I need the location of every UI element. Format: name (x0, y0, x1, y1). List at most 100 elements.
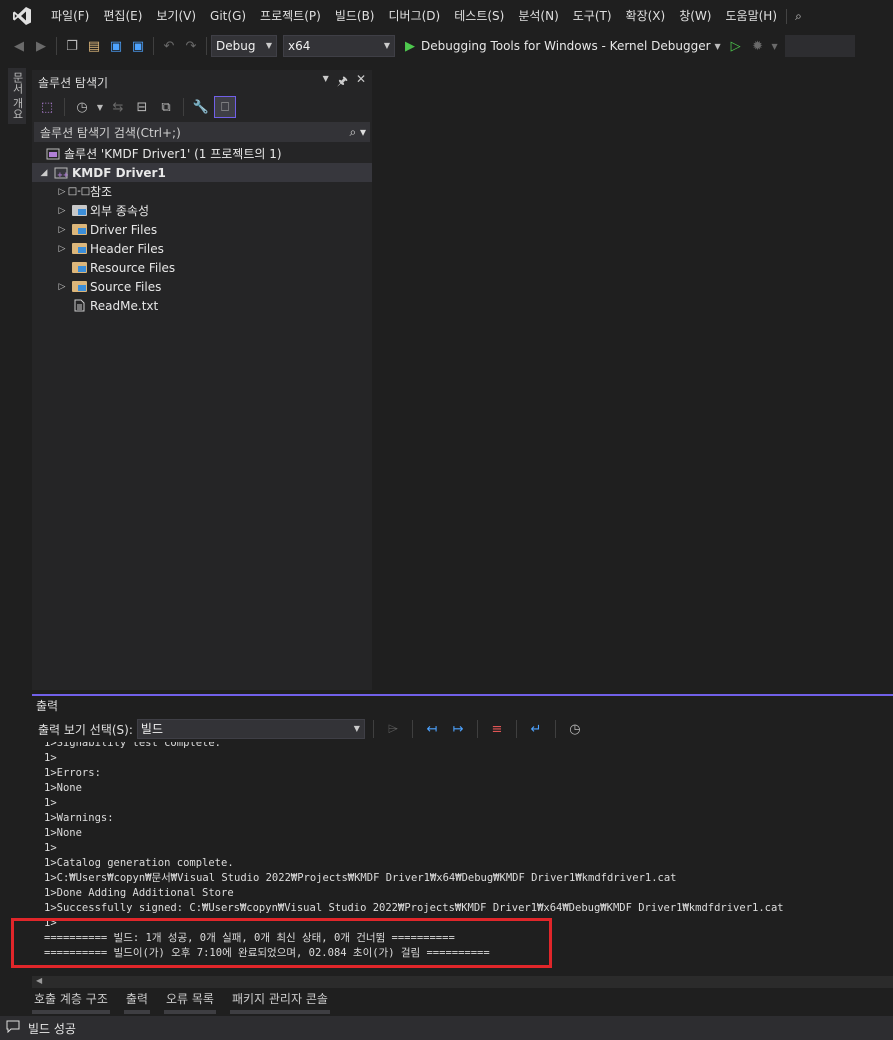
output-line: 1>C:₩Users₩copyn₩문서₩Visual Studio 2022₩P… (44, 872, 677, 884)
menu-bar: 파일(F) 편집(E) 보기(V) Git(G) 프로젝트(P) 빌드(B) 디… (0, 0, 893, 32)
tree-item[interactable]: Resource Files (32, 258, 372, 277)
tree-label: 외부 종속성 (90, 204, 150, 218)
tab-package-manager-console[interactable]: 패키지 관리자 콘솔 (229, 990, 330, 1014)
properties-icon[interactable]: 🔧 (190, 96, 212, 118)
forward-icon[interactable]: ▶ (30, 35, 52, 57)
menu-help[interactable]: 도움말(H) (719, 0, 785, 32)
status-text: 빌드 성공 (28, 1021, 76, 1036)
chevron-down-icon: ▼ (383, 41, 390, 50)
go-to-next-icon[interactable]: ↦ (447, 718, 469, 740)
chevron-right-icon[interactable]: ▷ (56, 225, 68, 235)
tab-call-hierarchy[interactable]: 호출 계층 구조 (32, 990, 110, 1014)
chevron-down-icon: ▼ (265, 41, 272, 50)
menu-analyze[interactable]: 분석(N) (511, 0, 565, 32)
filter-folder-icon (71, 280, 87, 294)
close-icon[interactable]: ✕ (356, 72, 366, 93)
tree-label: Driver Files (90, 222, 158, 237)
chevron-down-icon[interactable]: ▼ (711, 35, 725, 57)
debug-target-button[interactable]: Debugging Tools for Windows - Kernel Deb… (421, 39, 711, 53)
chevron-down-icon[interactable]: ▼ (95, 96, 105, 118)
visual-studio-logo (0, 0, 44, 32)
output-line: 1>Done Adding Additional Store (44, 887, 234, 899)
tree-solution[interactable]: 솔루션 'KMDF Driver1' (1 프로젝트의 1) (32, 144, 372, 163)
output-line: 1>None (44, 827, 82, 839)
new-project-icon[interactable]: ❐ (61, 35, 83, 57)
output-line: 1>None (44, 782, 82, 794)
switch-views-icon[interactable]: ⬚ (36, 96, 58, 118)
tree-item[interactable]: ▷ Source Files (32, 277, 372, 296)
menu-project[interactable]: 프로젝트(P) (253, 0, 328, 32)
chevron-down-icon: ▼ (353, 724, 360, 733)
chevron-right-icon[interactable]: ▷ (56, 187, 68, 197)
chevron-right-icon[interactable]: ▷ (56, 244, 68, 254)
preview-selected-icon[interactable]: ⎕ (214, 96, 236, 118)
collapse-all-icon[interactable]: ⊟ (131, 96, 153, 118)
save-icon[interactable]: ▣ (105, 35, 127, 57)
panel-dropdown-icon[interactable]: ▼ (323, 72, 329, 93)
output-line: 1>Catalog generation complete. (44, 857, 234, 869)
go-to-previous-icon[interactable]: ↤ (421, 718, 443, 740)
output-line: 1>Warnings: (44, 812, 114, 824)
svg-text:++: ++ (57, 171, 68, 179)
solution-explorer-search[interactable]: 솔루션 탐색기 검색(Ctrl+;) ⌕ ▾ (34, 122, 370, 142)
undo-icon[interactable]: ↶ (158, 35, 180, 57)
tab-output[interactable]: 출력 (123, 990, 150, 1014)
platform-select[interactable]: x64 ▼ (283, 35, 395, 57)
search-icon[interactable]: ⌕ (786, 8, 810, 24)
references-icon: □-□ (67, 186, 91, 197)
menu-window[interactable]: 창(W) (672, 0, 718, 32)
save-all-icon[interactable]: ▣ (127, 35, 149, 57)
horizontal-scrollbar[interactable]: ◀ (32, 976, 893, 988)
pin-icon[interactable]: 🖈 (337, 72, 348, 93)
menu-test[interactable]: 테스트(S) (447, 0, 511, 32)
menu-view[interactable]: 보기(V) (149, 0, 203, 32)
chevron-right-icon[interactable]: ▷ (56, 206, 68, 216)
start-without-debug-icon[interactable]: ▷ (725, 35, 747, 57)
timestamp-icon[interactable]: ◷ (564, 718, 586, 740)
chevron-right-icon[interactable]: ▷ (56, 282, 68, 292)
tree-label: Source Files (90, 279, 162, 294)
output-line: 1>Signability test complete. (44, 742, 222, 749)
back-icon[interactable]: ◀ (8, 35, 30, 57)
config-select-value: Debug (216, 39, 256, 53)
tree-item[interactable]: ▷ Driver Files (32, 220, 372, 239)
output-line: 1>Successfully signed: C:₩Users₩copyn₩Vi… (44, 902, 784, 914)
chevron-down-icon[interactable]: ▼ (769, 35, 781, 57)
menu-extensions[interactable]: 확장(X) (619, 0, 673, 32)
document-outline-tab[interactable]: 문서 개요 (8, 68, 26, 124)
hot-reload-icon[interactable]: ✹ (747, 35, 769, 57)
status-bar: 빌드 성공 (0, 1016, 893, 1040)
search-icon[interactable]: ⌕ ▾ (349, 125, 370, 140)
menu-edit[interactable]: 편집(E) (96, 0, 149, 32)
message-icon[interactable] (6, 1020, 20, 1036)
expanded-icon[interactable]: ◢ (38, 168, 50, 178)
menu-file[interactable]: 파일(F) (44, 0, 96, 32)
tree-item[interactable]: ▷ □-□ 참조 (32, 182, 372, 201)
tree-label: ReadMe.txt (90, 298, 159, 313)
menu-git[interactable]: Git(G) (203, 0, 253, 32)
toolbar-search-box[interactable] (784, 35, 855, 57)
tree-project[interactable]: ◢ ++ KMDF Driver1 (32, 163, 372, 182)
tab-error-list[interactable]: 오류 목록 (163, 990, 216, 1014)
start-debug-icon[interactable]: ▶ (399, 35, 421, 57)
find-message-icon[interactable]: ⌲ (382, 718, 404, 740)
tree-item[interactable]: ▷ 외부 종속성 (32, 201, 372, 220)
show-all-files-icon[interactable]: ⧉ (155, 96, 177, 118)
output-line: 1> (44, 752, 57, 764)
sync-icon[interactable]: ⇆ (107, 96, 129, 118)
tree-item[interactable]: ReadMe.txt (32, 296, 372, 315)
open-folder-icon[interactable]: ▤ (83, 35, 105, 57)
menu-debug[interactable]: 디버그(D) (382, 0, 448, 32)
clear-all-icon[interactable]: ≡ (486, 718, 508, 740)
redo-icon[interactable]: ↷ (180, 35, 202, 57)
word-wrap-icon[interactable]: ↵ (525, 718, 547, 740)
menu-tools[interactable]: 도구(T) (566, 0, 619, 32)
config-select[interactable]: Debug ▼ (211, 35, 277, 57)
output-source-label: 출력 보기 선택(S): (38, 722, 133, 737)
pending-changes-icon[interactable]: ◷ (71, 96, 93, 118)
menu-build[interactable]: 빌드(B) (328, 0, 382, 32)
external-deps-icon (71, 204, 87, 218)
output-source-select[interactable]: 빌드 ▼ (136, 719, 365, 739)
tree-item[interactable]: ▷ Header Files (32, 239, 372, 258)
scroll-left-icon[interactable]: ◀ (36, 976, 42, 985)
